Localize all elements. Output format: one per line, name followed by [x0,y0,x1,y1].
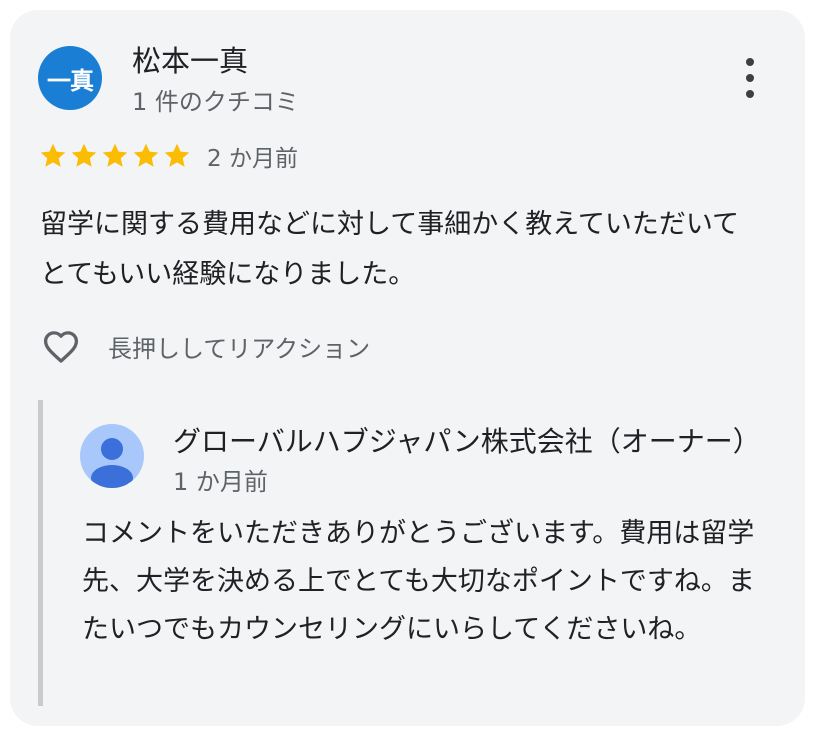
more-options-button[interactable] [730,54,770,102]
author-review-count: 1 件のクチコミ [132,88,299,116]
owner-avatar [80,424,144,488]
review-card: 一真 松本一真 1 件のクチコミ 2 か月前 留学に関する費用などに対して事細か… [10,10,805,726]
more-vert-icon-dot [746,74,754,82]
default-person-icon [91,438,133,488]
author-name[interactable]: 松本一真 [132,38,248,80]
star-icon [133,143,159,167]
owner-name: グローバルハブジャパン株式会社（オーナー） [173,425,761,458]
star-icon [71,143,97,167]
star-icon [102,143,128,167]
more-vert-icon [746,58,754,66]
more-vert-icon-dot [746,90,754,98]
owner-reply-text: コメントをいただきありがとうございます。費用は留学先、大学を決める上でとても大切… [82,518,755,645]
heart-outline-icon [43,331,79,363]
star-icon [164,143,190,167]
reaction-label: 長押ししてリアクション [108,334,371,363]
star-icon [40,143,66,167]
review-text: 留学に関する費用などに対して事細かく教えていただいてとてもいい経験になりました。 [40,209,740,290]
rating-row: 2 か月前 [38,138,298,174]
reaction-button[interactable]: 長押ししてリアクション [38,324,370,368]
author-avatar[interactable]: 一真 [38,46,102,110]
review-date: 2 か月前 [207,146,298,172]
reply-divider-bar [38,400,43,706]
owner-reply-date: 1 か月前 [173,468,268,496]
star-rating [38,141,193,171]
